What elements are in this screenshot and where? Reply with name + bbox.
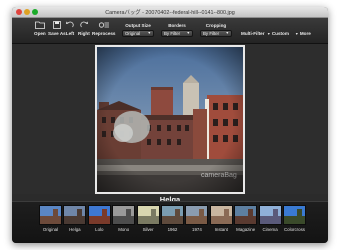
more-label: More: [299, 31, 311, 36]
rotate-left-icon: [66, 21, 74, 28]
app-window: Cameraバッグ - 20070402--federal-hill--0141…: [12, 7, 328, 243]
filter-thumbnail[interactable]: Instant: [209, 205, 233, 232]
filter-label: Cinema: [262, 227, 278, 232]
filter-label: Helga: [69, 227, 81, 232]
filter-thumbnail[interactable]: Silver: [136, 205, 160, 232]
rotate-left-button[interactable]: Left: [65, 21, 75, 36]
photo-preview: cameraBag: [95, 45, 245, 194]
filter-label: 1962: [167, 227, 178, 232]
multi-filter-label: Multi-Filter: [241, 31, 265, 36]
chevron-down-icon: ▼: [295, 32, 299, 36]
filter-thumbnail[interactable]: 1974: [185, 205, 209, 232]
filter-label: Lolo: [95, 227, 104, 232]
output-size-select[interactable]: Original ▼: [122, 30, 154, 37]
filter-thumbnail[interactable]: Cinema: [258, 205, 282, 232]
borders-control: Borders By Filter ▼: [161, 23, 193, 37]
rotate-right-icon: [80, 21, 88, 28]
thumbnail-image: [112, 205, 136, 225]
borders-value: By Filter: [164, 31, 181, 36]
filter-thumbnail[interactable]: Helga: [63, 205, 87, 232]
save-icon: [52, 21, 61, 29]
window-title: Cameraバッグ - 20070402--federal-hill--0141…: [105, 10, 235, 16]
filter-label: Silver: [142, 227, 154, 232]
borders-label: Borders: [168, 23, 186, 28]
filter-label: Magazine: [236, 227, 256, 232]
title-bar: Cameraバッグ - 20070402--federal-hill--0141…: [12, 7, 328, 18]
save-as-label: Save As: [48, 31, 66, 36]
reprocess-button[interactable]: Reprocess: [92, 21, 116, 36]
thumbnail-image: [87, 205, 111, 225]
reprocess-icon: [98, 22, 109, 28]
folder-icon: [34, 21, 45, 29]
filter-thumbnail[interactable]: Magazine: [234, 205, 258, 232]
thumbnail-image: [185, 205, 209, 225]
thumbnail-image: [258, 205, 282, 225]
thumbnail-image: [39, 205, 62, 225]
filter-label: Mono: [118, 227, 130, 232]
thumbnail-image: [234, 205, 258, 225]
multi-filter-toggle[interactable]: Multi-Filter: [241, 31, 264, 36]
open-button[interactable]: Open: [34, 21, 46, 36]
thumbnail-image: [63, 205, 87, 225]
thumbnail-image: [161, 205, 184, 225]
output-size-control: Output Size Original ▼: [122, 23, 154, 37]
filter-thumbnail[interactable]: Original: [39, 205, 62, 232]
filter-thumbnail[interactable]: Lolo: [87, 205, 111, 232]
output-size-value: Original: [125, 31, 141, 36]
chevron-down-icon: ▼: [225, 31, 229, 35]
more-menu[interactable]: ▼ More: [294, 31, 311, 36]
open-label: Open: [34, 31, 46, 36]
save-as-button[interactable]: Save As: [48, 21, 66, 36]
filter-label: Colorcross: [284, 227, 305, 232]
borders-select[interactable]: By Filter ▼: [161, 30, 193, 37]
filter-label: Instant: [214, 227, 228, 232]
cropping-value: By Filter: [203, 31, 220, 36]
left-label: Left: [65, 31, 75, 36]
thumbnail-image: [209, 205, 233, 225]
toolbar: Open Save As Left Right Reprocess Output…: [12, 18, 328, 44]
filter-thumbnail[interactable]: 1962: [161, 205, 184, 232]
cropping-select[interactable]: By Filter ▼: [200, 30, 232, 37]
cropping-control: Cropping By Filter ▼: [200, 23, 232, 37]
custom-menu[interactable]: ▼ Custom: [266, 31, 289, 36]
filter-label: 1974: [192, 227, 202, 232]
filter-label: Original: [42, 227, 59, 232]
custom-label: Custom: [271, 31, 289, 36]
thumbnail-image: [283, 205, 306, 225]
photo-image: cameraBag: [97, 47, 243, 192]
right-label: Right: [78, 31, 90, 36]
filter-filmstrip: Original Helga Lolo Mono Silver 1962 1974 Insta…: [12, 201, 328, 243]
chevron-down-icon: ▼: [186, 31, 190, 35]
output-size-label: Output Size: [125, 23, 151, 28]
rotate-right-button[interactable]: Right: [78, 21, 90, 36]
reprocess-label: Reprocess: [92, 31, 116, 36]
thumbnail-image: [136, 205, 160, 225]
chevron-down-icon: ▼: [267, 32, 271, 36]
cropping-label: Cropping: [205, 23, 227, 28]
chevron-down-icon: ▼: [147, 31, 151, 35]
preview-canvas: cameraBag Helga: [12, 44, 328, 204]
filter-thumbnail[interactable]: Mono: [112, 205, 136, 232]
filter-thumbnail[interactable]: Colorcross: [283, 205, 306, 232]
